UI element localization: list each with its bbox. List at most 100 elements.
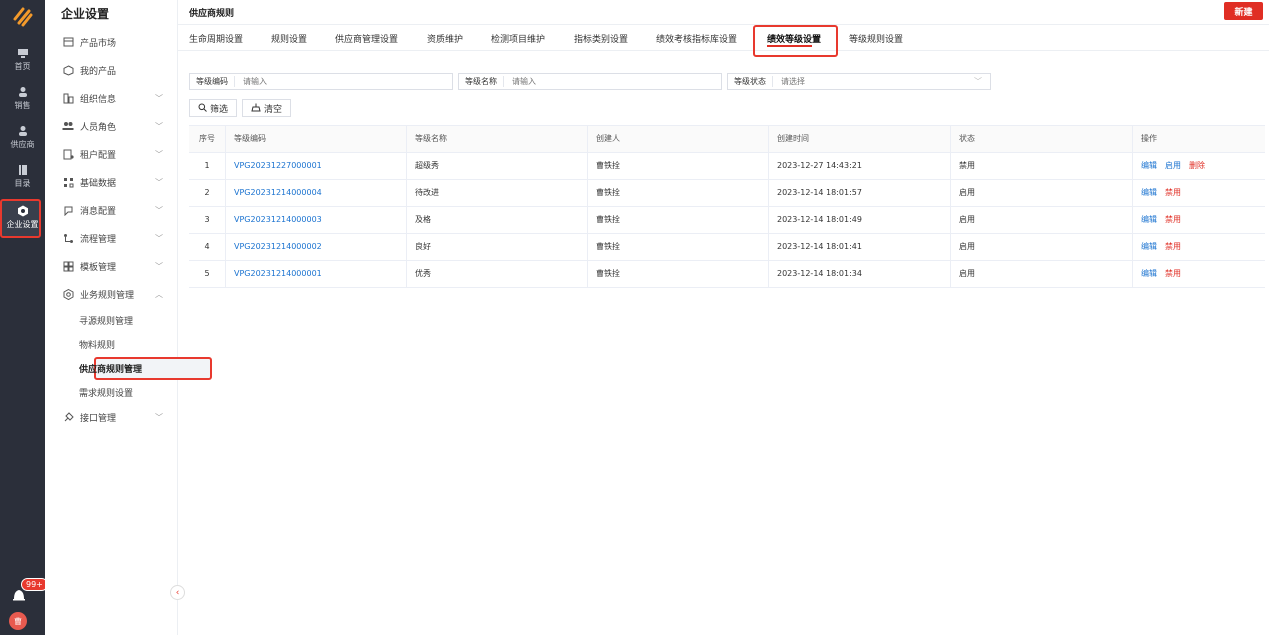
filter-button[interactable]: 筛选 (189, 99, 238, 117)
edit-link[interactable]: 编辑 (1141, 269, 1157, 278)
new-button[interactable]: 新建 (1224, 2, 1263, 20)
rail-item-enterprise-settings[interactable]: 企业设置 (0, 205, 45, 230)
sidebar-item-template-management[interactable]: 模板管理 ﹀ (45, 256, 177, 276)
template-icon (62, 260, 74, 272)
edit-link[interactable]: 编辑 (1141, 188, 1157, 197)
delete-link[interactable]: 删除 (1189, 161, 1205, 170)
sidebar-item-interface-management[interactable]: 接口管理 ﹀ (45, 407, 177, 427)
creator: 曹铁拴 (588, 234, 769, 260)
grade-code-link[interactable]: VPG20231214000002 (226, 234, 407, 260)
sidebar-item-label: 基础数据 (80, 178, 117, 189)
row-index: 2 (189, 180, 226, 206)
gear-icon (62, 288, 74, 300)
chevron-down-icon: ﹀ (155, 150, 163, 159)
rail-item-sales[interactable]: 销售 (0, 86, 45, 111)
sidebar-item-roles[interactable]: 人员角色 ﹀ (45, 116, 177, 136)
tab-inspection-items[interactable]: 检测项目维护 (491, 32, 545, 45)
created-time: 2023-12-14 18:01:49 (769, 207, 951, 233)
chevron-down-icon: ﹀ (974, 77, 982, 86)
tab-kpi-library[interactable]: 绩效考核指标库设置 (656, 32, 737, 45)
creator: 曹铁拴 (588, 153, 769, 179)
created-time: 2023-12-14 18:01:41 (769, 234, 951, 260)
grade-code-link[interactable]: VPG20231214000003 (226, 207, 407, 233)
sidebar-item-org-info[interactable]: 组织信息 ﹀ (45, 88, 177, 108)
sidebar-item-basic-data[interactable]: 基础数据 ﹀ (45, 172, 177, 192)
grade-code-filter: 等级编码 (189, 73, 453, 90)
sidebar-sub-material-rules[interactable]: 物料规则 (45, 334, 177, 354)
tab-supplier-management[interactable]: 供应商管理设置 (335, 32, 398, 45)
sidebar-item-product-market[interactable]: 产品市场 (45, 32, 177, 52)
grade-name: 待改进 (407, 180, 588, 206)
rail-item-home[interactable]: 首页 (0, 47, 45, 72)
clear-button[interactable]: 清空 (242, 99, 292, 117)
table-header-cell: 操作 (1141, 134, 1157, 143)
settings-hex-icon (16, 205, 30, 217)
sidebar: 企业设置 产品市场 我的产品 组织信息 ﹀ 人员角色 ﹀ 租户配置 ﹀ 基础数据… (45, 0, 212, 635)
grade-name-input[interactable] (504, 77, 721, 86)
book-icon (16, 164, 30, 176)
tab-indicator-category[interactable]: 指标类别设置 (574, 32, 628, 45)
status: 禁用 (951, 153, 1133, 179)
disable-link[interactable]: 禁用 (1165, 215, 1181, 224)
grade-name: 及格 (407, 207, 588, 233)
row-actions: 编辑 禁用 (1133, 207, 1265, 233)
sidebar-item-label: 租户配置 (80, 150, 117, 161)
sidebar-item-my-products[interactable]: 我的产品 (45, 60, 177, 80)
table-header-cell: 等级名称 (407, 126, 588, 152)
status: 启用 (951, 207, 1133, 233)
tab-grade-rules[interactable]: 等级规则设置 (849, 32, 903, 45)
grade-code-link[interactable]: VPG20231214000004 (226, 180, 407, 206)
sidebar-item-message-config[interactable]: 消息配置 ﹀ (45, 200, 177, 220)
grade-name: 超级秀 (407, 153, 588, 179)
grade-status-label: 等级状态 (728, 76, 773, 87)
disable-link[interactable]: 禁用 (1165, 188, 1181, 197)
people-icon (62, 120, 74, 132)
chevron-down-icon: ﹀ (155, 94, 163, 103)
row-actions: 编辑 禁用 (1133, 234, 1265, 260)
filter-button-label: 筛选 (210, 103, 229, 114)
tab-lifecycle[interactable]: 生命周期设置 (189, 32, 243, 45)
logo-icon[interactable] (8, 4, 37, 30)
grade-code-link[interactable]: VPG20231227000001 (226, 153, 407, 179)
table-header-row: 序号 等级编码 等级名称 创建人 创建时间 状态 操作 (189, 126, 1265, 153)
sidebar-sub-sourcing-rules[interactable]: 寻源规则管理 (45, 310, 177, 330)
row-index: 4 (189, 234, 226, 260)
creator: 曹铁拴 (588, 180, 769, 206)
created-time: 2023-12-14 18:01:57 (769, 180, 951, 206)
grade-status-select[interactable] (773, 77, 990, 86)
disable-link[interactable]: 禁用 (1165, 269, 1181, 278)
edit-link[interactable]: 编辑 (1141, 161, 1157, 170)
plug-icon (62, 411, 74, 423)
status: 启用 (951, 180, 1133, 206)
rail-item-catalog[interactable]: 目录 (0, 164, 45, 189)
tab-qualification[interactable]: 资质维护 (427, 32, 463, 45)
grade-name-label: 等级名称 (459, 76, 504, 87)
grade-name: 优秀 (407, 261, 588, 287)
app-rail: 首页 销售 供应商 目录 企业设置 99+ 曹 (0, 0, 48, 635)
grade-status-filter[interactable]: 等级状态 ﹀ (727, 73, 991, 90)
tab-rules[interactable]: 规则设置 (271, 32, 307, 45)
message-icon (62, 204, 74, 216)
row-actions: 编辑 禁用 (1133, 180, 1265, 206)
disable-link[interactable]: 禁用 (1165, 242, 1181, 251)
table-row: 4 VPG20231214000002 良好 曹铁拴 2023-12-14 18… (189, 234, 1265, 261)
sidebar-title: 企业设置 (61, 7, 110, 21)
sidebar-item-business-rules[interactable]: 业务规则管理 ︿ (45, 284, 177, 304)
sidebar-item-flow-management[interactable]: 流程管理 ﹀ (45, 228, 177, 248)
table-row: 5 VPG20231214000001 优秀 曹铁拴 2023-12-14 18… (189, 261, 1265, 288)
rail-item-supplier[interactable]: 供应商 (0, 125, 45, 150)
flow-icon (62, 232, 74, 244)
table-header-cell: 创建时间 (769, 126, 951, 152)
edit-link[interactable]: 编辑 (1141, 215, 1157, 224)
rail-item-label: 供应商 (10, 140, 35, 149)
sidebar-item-tenant-config[interactable]: 租户配置 ﹀ (45, 144, 177, 164)
enable-link[interactable]: 启用 (1165, 161, 1181, 170)
edit-link[interactable]: 编辑 (1141, 242, 1157, 251)
grade-code-input[interactable] (235, 77, 452, 86)
grade-code-link[interactable]: VPG20231214000001 (226, 261, 407, 287)
sidebar-sub-demand-rules[interactable]: 需求规则设置 (45, 382, 177, 402)
status: 启用 (951, 261, 1133, 287)
sidebar-sub-supplier-rules[interactable]: 供应商规则管理 (45, 358, 177, 378)
grade-name: 良好 (407, 234, 588, 260)
avatar[interactable]: 曹 (9, 612, 27, 630)
